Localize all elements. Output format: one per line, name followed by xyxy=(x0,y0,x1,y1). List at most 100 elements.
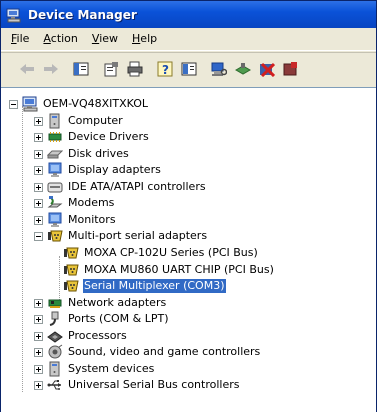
tree-item-serial-multiplexer[interactable]: Serial Multiplexer (COM3) xyxy=(63,278,227,294)
port-icon xyxy=(47,311,63,327)
category-label: Monitors xyxy=(68,213,116,226)
expand-toggle[interactable] xyxy=(34,380,43,390)
device-manager-window: Device Manager File Action View Help ? O… xyxy=(0,0,377,412)
tree-root[interactable]: OEM-VQ48XITXKOL xyxy=(9,96,149,112)
expand-toggle[interactable] xyxy=(34,132,43,142)
category-label: Computer xyxy=(68,114,123,127)
tree-item-system-devices[interactable]: System devices xyxy=(34,361,155,377)
tree-item-sound-video[interactable]: Sound, video and game controllers xyxy=(34,344,261,360)
category-label: Display adapters xyxy=(68,163,161,176)
serial-port-icon xyxy=(63,245,79,261)
ide-icon xyxy=(47,179,63,195)
console-tree-icon xyxy=(73,62,89,76)
disk-icon xyxy=(46,146,64,162)
title-bar[interactable]: Device Manager xyxy=(1,1,376,28)
tree-item-usb-controllers[interactable]: Universal Serial Bus controllers xyxy=(34,377,240,393)
root-label: OEM-VQ48XITXKOL xyxy=(43,97,149,110)
expand-toggle[interactable] xyxy=(34,165,43,175)
tree-item-ports[interactable]: Ports (COM & LPT) xyxy=(34,311,170,327)
help-button[interactable]: ? xyxy=(155,59,175,79)
tree-item-multiport-serial[interactable]: Multi-port serial adapters xyxy=(34,228,208,244)
menu-bar: File Action View Help xyxy=(1,28,376,51)
help-icon: ? xyxy=(157,61,173,77)
menu-view-label: iew xyxy=(99,32,119,45)
tree-item-display-adapters[interactable]: Display adapters xyxy=(34,162,162,178)
expand-toggle[interactable] xyxy=(34,331,43,341)
properties-icon xyxy=(104,62,118,77)
update-driver-button[interactable] xyxy=(233,59,253,79)
category-label: Universal Serial Bus controllers xyxy=(68,378,240,391)
category-label: Ports (COM & LPT) xyxy=(68,312,169,325)
device-tree: OEM-VQ48XITXKOL Computer Device Drivers … xyxy=(1,87,376,412)
forward-button[interactable] xyxy=(41,59,61,79)
category-label: Multi-port serial adapters xyxy=(68,229,208,242)
printer-icon xyxy=(127,61,143,77)
disable-device-icon xyxy=(283,62,297,76)
menu-view[interactable]: View xyxy=(85,30,125,48)
category-label: Modems xyxy=(68,196,115,209)
expand-toggle[interactable] xyxy=(34,347,43,357)
category-label: Processors xyxy=(68,329,127,342)
expand-toggle[interactable] xyxy=(34,182,43,192)
menu-action-key: A xyxy=(43,32,51,45)
back-button[interactable] xyxy=(17,59,37,79)
modem-icon xyxy=(47,195,63,211)
system-icon xyxy=(47,361,63,377)
category-label: Sound, video and game controllers xyxy=(68,345,261,358)
menu-file-label: ile xyxy=(16,32,30,45)
uninstall-icon xyxy=(260,62,275,77)
view-pane-icon xyxy=(181,62,197,76)
category-label: Device Drivers xyxy=(68,130,149,143)
menu-file[interactable]: File xyxy=(1,30,36,48)
sound-icon xyxy=(47,344,63,360)
category-label: Disk drives xyxy=(68,147,129,160)
back-arrow-icon xyxy=(20,64,34,74)
tree-item-computer[interactable]: Computer xyxy=(34,113,124,129)
serial-port-icon xyxy=(63,262,79,278)
properties-button[interactable] xyxy=(101,59,121,79)
tree-item-modems[interactable]: Modems xyxy=(34,195,115,211)
tree-item-disk-drives[interactable]: Disk drives xyxy=(34,146,130,162)
expand-toggle[interactable] xyxy=(34,215,43,225)
menu-help-label: elp xyxy=(140,32,158,45)
tree-item-processors[interactable]: Processors xyxy=(34,328,128,344)
category-label: System devices xyxy=(68,362,155,375)
collapse-toggle[interactable] xyxy=(34,231,43,241)
tree-item-ide-controllers[interactable]: IDE ATA/ATAPI controllers xyxy=(34,179,207,195)
tree-item-moxa-cp102u[interactable]: MOXA CP-102U Series (PCI Bus) xyxy=(63,245,259,261)
uninstall-button[interactable] xyxy=(257,59,277,79)
forward-arrow-icon xyxy=(44,64,58,74)
category-label: IDE ATA/ATAPI controllers xyxy=(68,180,206,193)
usb-icon xyxy=(47,377,63,393)
device-label: MOXA CP-102U Series (PCI Bus) xyxy=(84,246,258,259)
expand-toggle[interactable] xyxy=(34,149,43,159)
toggle-view-button[interactable] xyxy=(179,59,199,79)
disable-device-button[interactable] xyxy=(281,59,301,79)
expand-toggle[interactable] xyxy=(34,364,43,374)
serial-port-icon xyxy=(63,278,79,294)
device-label: Serial Multiplexer (COM3) xyxy=(82,278,227,294)
window-title: Device Manager xyxy=(28,7,137,22)
tree-item-network-adapters[interactable]: Network adapters xyxy=(34,295,167,311)
tree-item-moxa-mu860[interactable]: MOXA MU860 UART CHIP (PCI Bus) xyxy=(63,262,275,278)
expand-toggle[interactable] xyxy=(34,298,43,308)
chip-icon xyxy=(47,129,63,145)
svg-text:?: ? xyxy=(162,63,169,77)
update-driver-icon xyxy=(235,63,251,75)
tree-item-device-drivers[interactable]: Device Drivers xyxy=(34,129,150,145)
menu-help[interactable]: Help xyxy=(125,30,164,48)
collapse-toggle[interactable] xyxy=(9,99,18,109)
computer-icon xyxy=(47,113,63,129)
expand-toggle[interactable] xyxy=(34,198,43,208)
menu-action[interactable]: Action xyxy=(36,30,84,48)
tree-item-monitors[interactable]: Monitors xyxy=(34,212,117,228)
expand-toggle[interactable] xyxy=(34,116,43,126)
expand-toggle[interactable] xyxy=(34,314,43,324)
show-hide-console-tree-button[interactable] xyxy=(71,59,91,79)
print-button[interactable] xyxy=(125,59,145,79)
scan-hardware-icon xyxy=(211,62,227,76)
toolbar: ? xyxy=(1,52,376,85)
scan-hardware-button[interactable] xyxy=(209,59,229,79)
processor-icon xyxy=(47,328,63,344)
network-card-icon xyxy=(47,295,63,311)
